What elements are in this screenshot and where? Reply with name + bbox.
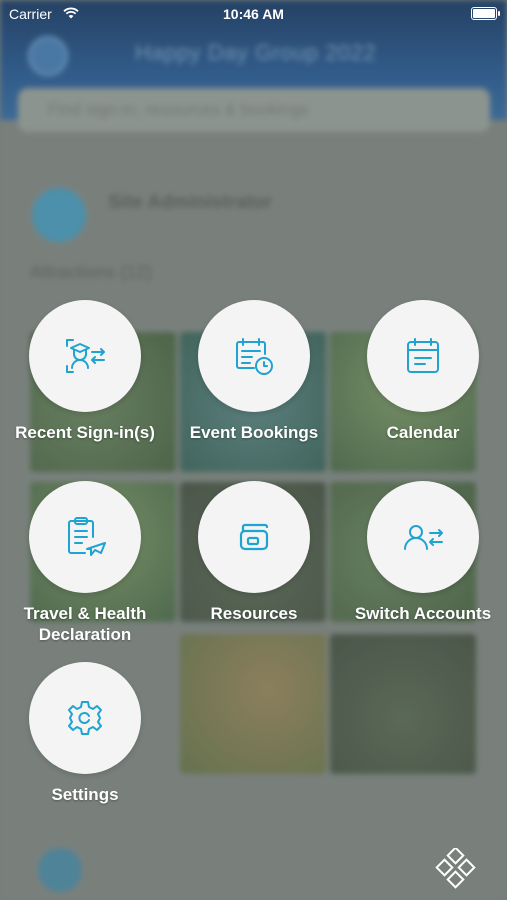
status-bar: Carrier 10:46 AM	[0, 0, 507, 28]
menu-circle[interactable]	[29, 481, 141, 593]
menu-toggle-button[interactable]	[434, 846, 478, 892]
resources-icon	[239, 523, 269, 551]
menu-item-travel-health[interactable]: Travel & Health Declaration	[0, 481, 170, 645]
gear-icon	[68, 701, 102, 735]
menu-circle[interactable]	[29, 300, 141, 412]
menu-item-resources[interactable]: Resources	[169, 481, 339, 624]
battery-icon	[471, 7, 500, 20]
menu-label: Calendar	[386, 423, 460, 442]
menu-item-event-bookings[interactable]: Event Bookings	[169, 300, 339, 443]
menu-circle[interactable]	[29, 662, 141, 774]
switch-user-icon	[404, 525, 443, 550]
clock: 10:46 AM	[223, 6, 284, 22]
menu-label: Switch Accounts	[354, 604, 492, 623]
menu-label: Event Bookings	[189, 423, 319, 442]
menu-label: Settings	[51, 785, 119, 804]
calendar-icon	[407, 338, 439, 373]
menu-item-switch-accounts[interactable]: Switch Accounts	[338, 481, 507, 624]
sign-in-user-icon	[66, 339, 105, 373]
menu-label: Travel & Health Declaration	[23, 604, 147, 644]
menu-item-calendar[interactable]: Calendar	[338, 300, 507, 443]
menu-item-settings[interactable]: Settings	[0, 662, 170, 805]
diamond-menu-icon	[435, 846, 476, 889]
menu-label: Resources	[210, 604, 298, 623]
menu-label: Recent Sign-in(s)	[15, 423, 155, 442]
clipboard-plane-icon	[68, 517, 106, 556]
menu-item-recent-sign-ins[interactable]: Recent Sign-in(s)	[0, 300, 170, 443]
menu-circle[interactable]	[198, 300, 310, 412]
menu-circle[interactable]	[367, 481, 479, 593]
calendar-clock-icon	[236, 338, 273, 375]
menu-circle[interactable]	[198, 481, 310, 593]
menu-circle[interactable]	[367, 300, 479, 412]
